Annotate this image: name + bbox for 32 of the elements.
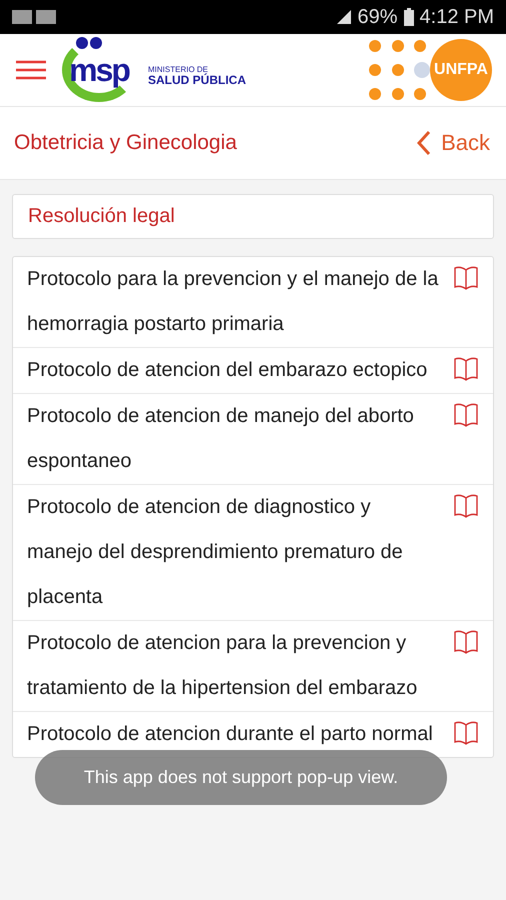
chevron-left-icon: [417, 130, 432, 156]
book-icon: [453, 402, 479, 428]
logo-badge: UNFPA: [430, 39, 492, 101]
page-title: Obtetricia y Ginecologia: [14, 131, 237, 155]
book-icon: [453, 356, 479, 382]
logo-subtitle: MINISTERIO DE: [148, 66, 208, 74]
book-icon: [453, 493, 479, 519]
list-item[interactable]: Protocolo de atencion para la prevencion y tratamiento de la hipertension del embarazo: [13, 621, 493, 712]
item-title: Protocolo de atencion de manejo del aborto espontaneo: [27, 404, 415, 474]
clock: 4:12 PM: [420, 6, 494, 28]
notification-icons: [12, 10, 56, 24]
section-title: Resolución legal: [28, 205, 175, 227]
signal-icon: [337, 10, 352, 24]
item-title: Protocolo para la prevencion y el manejo de la hemorragia postarto primaria: [27, 267, 439, 337]
list-item[interactable]: Protocolo para la prevencion y el manejo de la hemorragia postarto primaria: [13, 257, 493, 348]
list-item[interactable]: Protocolo de atencion del embarazo ectopico: [13, 348, 493, 394]
logo-title: SALUD PÚBLICA: [148, 74, 246, 86]
book-icon: [453, 629, 479, 655]
list-item[interactable]: Protocolo de atencion de manejo del aborto espontaneo: [13, 394, 493, 485]
battery-icon: [404, 8, 414, 26]
list-item[interactable]: Protocolo de atencion de diagnostico y manejo del desprendimiento prematuro de placenta: [13, 485, 493, 621]
logo-dots-icon: [76, 37, 102, 49]
item-title: Protocolo de atencion del embarazo ectopico: [27, 358, 428, 383]
item-title: Protocolo de atencion durante el parto normal: [27, 722, 434, 747]
battery-level: 69%: [357, 6, 398, 28]
back-button[interactable]: Back: [415, 130, 492, 156]
book-icon: [453, 720, 479, 746]
book-icon: [453, 265, 479, 291]
toast-message: This app does not support pop-up view.: [35, 750, 447, 805]
item-title: Protocolo de atencion para la prevencion y tratamiento de la hipertension del embarazo: [27, 631, 418, 701]
menu-icon[interactable]: [16, 59, 46, 81]
item-title: Protocolo de atencion de diagnostico y manejo del desprendimiento prematuro de placenta: [27, 495, 404, 610]
